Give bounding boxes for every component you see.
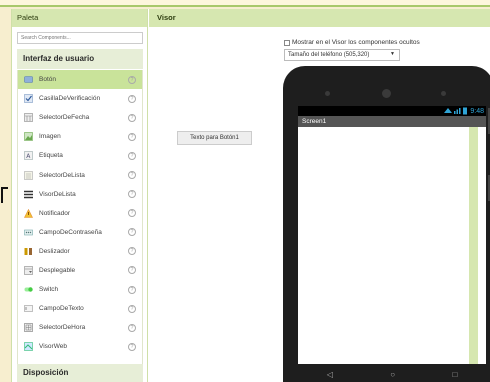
help-icon[interactable]: ? bbox=[128, 342, 136, 351]
time-picker-icon bbox=[24, 323, 33, 333]
top-accent-line bbox=[0, 5, 490, 7]
component-item-textbox[interactable]: CampoDeTexto ? bbox=[18, 299, 142, 318]
category-user-interface[interactable]: Interfaz de usuario bbox=[17, 49, 143, 69]
component-item-web-viewer[interactable]: VisorWeb ? bbox=[18, 337, 142, 356]
viewer-header: Visor bbox=[149, 9, 490, 27]
component-item-list-view[interactable]: VisorDeLista ? bbox=[18, 185, 142, 204]
phone-size-select[interactable]: Tamaño del teléfono (505,320) ▼ bbox=[284, 49, 400, 61]
help-icon[interactable]: ? bbox=[128, 171, 136, 180]
help-icon[interactable]: ? bbox=[128, 285, 136, 294]
component-item-spinner[interactable]: Desplegable ? bbox=[18, 261, 142, 280]
help-icon[interactable]: ? bbox=[128, 190, 136, 199]
component-item-switch[interactable]: Switch ? bbox=[18, 280, 142, 299]
component-item-button[interactable]: Botón ? bbox=[18, 70, 142, 90]
help-icon[interactable]: ? bbox=[128, 323, 136, 332]
component-label: Switch bbox=[39, 286, 59, 294]
screen-title-bar: Screen1 bbox=[298, 116, 486, 127]
camera-icon bbox=[382, 89, 391, 98]
label-icon: A bbox=[24, 151, 33, 160]
password-icon bbox=[24, 228, 33, 237]
component-label: SelectorDeHora bbox=[39, 324, 86, 332]
non-visible-button-component[interactable]: Texto para Botón1 bbox=[177, 131, 252, 145]
component-label: Notificador bbox=[39, 209, 71, 217]
component-label: SelectorDeFecha bbox=[39, 114, 90, 122]
component-list: Botón ? CasillaDeVerificación ? Selector… bbox=[17, 70, 143, 364]
web-viewer-icon bbox=[24, 342, 33, 352]
screen-scrollbar[interactable] bbox=[469, 127, 478, 364]
speaker-icon bbox=[325, 91, 330, 96]
recents-icon[interactable]: □ bbox=[452, 370, 457, 379]
palette-header: Paleta bbox=[12, 9, 147, 27]
component-item-slider[interactable]: Deslizador ? bbox=[18, 242, 142, 261]
palette-panel: Paleta Interfaz de usuario Botón ? Casil… bbox=[12, 9, 148, 382]
button-icon bbox=[24, 75, 33, 84]
component-label: CampoDeTexto bbox=[39, 305, 84, 313]
partial-glyph-icon bbox=[1, 187, 8, 203]
help-icon[interactable]: ? bbox=[128, 266, 136, 275]
list-picker-icon bbox=[24, 170, 33, 180]
switch-icon bbox=[24, 285, 33, 294]
component-item-notifier[interactable]: Notificador ? bbox=[18, 204, 142, 223]
help-icon[interactable]: ? bbox=[128, 304, 136, 313]
component-label: CampoDeContraseña bbox=[39, 228, 102, 236]
phone-mockup: 9:48 Screen1 ◁ ○ □ bbox=[283, 66, 490, 382]
status-time: 9:48 bbox=[470, 107, 484, 115]
checkbox-icon bbox=[24, 94, 33, 103]
home-icon[interactable]: ○ bbox=[390, 370, 395, 379]
help-icon[interactable]: ? bbox=[128, 209, 136, 218]
date-picker-icon bbox=[24, 113, 33, 123]
component-item-label[interactable]: A Etiqueta ? bbox=[18, 146, 142, 165]
component-label: VisorWeb bbox=[39, 343, 67, 351]
component-item-password[interactable]: CampoDeContraseña ? bbox=[18, 223, 142, 242]
image-icon bbox=[24, 132, 33, 142]
component-label: VisorDeLista bbox=[39, 190, 76, 198]
back-icon[interactable]: ◁ bbox=[327, 370, 333, 379]
show-hidden-option[interactable]: Mostrar en el Visor los componentes ocul… bbox=[284, 39, 420, 46]
help-icon[interactable]: ? bbox=[128, 94, 136, 103]
viewer-panel: Visor Mostrar en el Visor los componente… bbox=[149, 9, 490, 382]
signal-battery-icon bbox=[444, 107, 468, 115]
help-icon[interactable]: ? bbox=[128, 151, 136, 160]
component-label: Desplegable bbox=[39, 266, 76, 274]
component-label: Botón bbox=[39, 76, 56, 84]
component-label: Deslizador bbox=[39, 247, 70, 255]
component-item-image[interactable]: Imagen ? bbox=[18, 127, 142, 146]
component-item-date-picker[interactable]: SelectorDeFecha ? bbox=[18, 108, 142, 127]
spinner-icon bbox=[24, 266, 33, 275]
designer-frame: Paleta Interfaz de usuario Botón ? Casil… bbox=[11, 9, 490, 382]
phone-size-value: Tamaño del teléfono (505,320) bbox=[288, 52, 370, 58]
component-item-checkbox[interactable]: CasillaDeVerificación ? bbox=[18, 89, 142, 108]
show-hidden-label: Mostrar en el Visor los componentes ocul… bbox=[292, 39, 420, 46]
component-label: Etiqueta bbox=[39, 152, 63, 160]
component-label: Imagen bbox=[39, 133, 61, 141]
android-nav-bar: ◁ ○ □ bbox=[298, 366, 486, 382]
component-label: CasillaDeVerificación bbox=[39, 95, 101, 103]
warning-icon bbox=[24, 208, 33, 218]
help-icon[interactable]: ? bbox=[128, 75, 136, 84]
sensor-icon bbox=[441, 91, 446, 96]
help-icon[interactable]: ? bbox=[128, 132, 136, 141]
category-layout[interactable]: Disposición bbox=[17, 364, 143, 382]
list-view-icon bbox=[24, 190, 33, 199]
search-components-input[interactable] bbox=[17, 32, 143, 44]
help-icon[interactable]: ? bbox=[128, 113, 136, 122]
component-item-time-picker[interactable]: SelectorDeHora ? bbox=[18, 318, 142, 337]
show-hidden-checkbox[interactable] bbox=[284, 39, 290, 46]
component-label: SelectorDeLista bbox=[39, 171, 85, 179]
textbox-icon bbox=[24, 304, 33, 313]
chevron-down-icon: ▼ bbox=[390, 51, 395, 57]
phone-screen[interactable] bbox=[298, 127, 486, 364]
help-icon[interactable]: ? bbox=[128, 228, 136, 237]
help-icon[interactable]: ? bbox=[128, 247, 136, 256]
slider-icon bbox=[24, 247, 33, 256]
status-bar: 9:48 bbox=[298, 106, 486, 116]
component-item-list-picker[interactable]: SelectorDeLista ? bbox=[18, 165, 142, 184]
